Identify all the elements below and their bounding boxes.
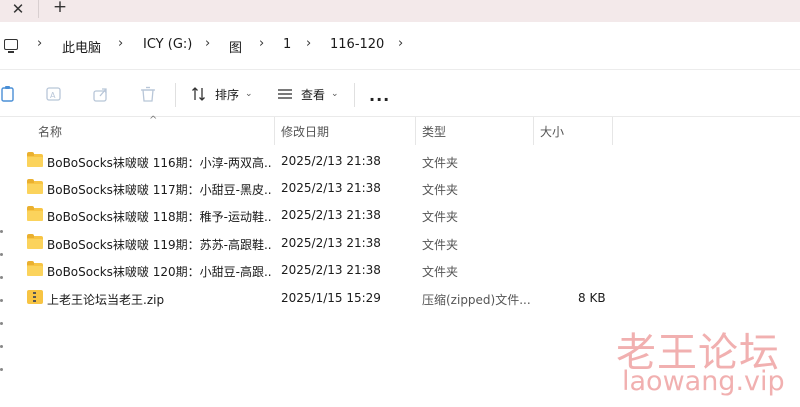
chevron-right-icon[interactable]: › bbox=[118, 36, 123, 51]
toolbar-divider bbox=[175, 83, 176, 107]
file-type: 文件夹 bbox=[422, 183, 459, 197]
folder-icon bbox=[27, 261, 43, 276]
chevron-down-icon: ⌄ bbox=[331, 89, 339, 99]
file-name[interactable]: 上老王论坛当老王.zip bbox=[47, 291, 272, 308]
column-header-name[interactable]: 名称 bbox=[38, 123, 62, 140]
chevron-right-icon[interactable]: › bbox=[398, 36, 403, 51]
folder-icon bbox=[27, 206, 43, 221]
breadcrumb-item-this-pc[interactable]: 此电脑 bbox=[62, 37, 101, 56]
tab-divider bbox=[38, 0, 39, 18]
sort-icon bbox=[192, 87, 205, 101]
sort-label: 排序 bbox=[215, 87, 240, 102]
file-type: 压缩(zipped)文件... bbox=[422, 293, 530, 307]
navigation-pane-edge bbox=[0, 230, 3, 400]
chevron-right-icon[interactable]: › bbox=[37, 36, 42, 51]
share-icon[interactable] bbox=[92, 85, 110, 103]
chevron-right-icon[interactable]: › bbox=[306, 36, 311, 51]
file-date: 2025/2/13 21:38 bbox=[281, 236, 381, 250]
sort-ascending-icon: ^ bbox=[149, 115, 158, 126]
breadcrumb-item-folder[interactable]: 图 bbox=[229, 37, 242, 56]
file-name[interactable]: BoBoSocks袜啵啵 118期：稚予-运动鞋... bbox=[47, 208, 272, 225]
file-name[interactable]: BoBoSocks袜啵啵 119期：苏苏-高跟鞋... bbox=[47, 236, 272, 253]
file-date: 2025/2/13 21:38 bbox=[281, 154, 381, 168]
paste-icon[interactable] bbox=[0, 85, 18, 103]
folder-icon bbox=[27, 234, 43, 249]
breadcrumb: › 此电脑 › ICY (G:) › 图 › 1 › 116-120 › bbox=[0, 22, 800, 70]
file-name[interactable]: BoBoSocks袜啵啵 120期：小甜豆-高跟... bbox=[47, 263, 272, 280]
chevron-down-icon: ⌄ bbox=[245, 89, 253, 99]
file-type: 文件夹 bbox=[422, 210, 459, 224]
rename-icon[interactable]: A bbox=[45, 85, 63, 103]
file-date: 2025/2/13 21:38 bbox=[281, 181, 381, 195]
close-tab-icon[interactable]: ✕ bbox=[8, 0, 28, 20]
file-type: 文件夹 bbox=[422, 238, 459, 252]
file-row[interactable]: BoBoSocks袜啵啵 117期：小甜豆-黑皮... 2025/2/13 21… bbox=[0, 175, 800, 201]
file-row[interactable]: BoBoSocks袜啵啵 120期：小甜豆-高跟... 2025/2/13 21… bbox=[0, 257, 800, 283]
delete-icon[interactable] bbox=[139, 85, 157, 103]
column-resize-handle[interactable] bbox=[533, 117, 534, 145]
column-header-date[interactable]: 修改日期 bbox=[281, 123, 329, 140]
column-header-type[interactable]: 类型 bbox=[422, 123, 446, 140]
view-label: 查看 bbox=[301, 87, 326, 102]
file-row[interactable]: BoBoSocks袜啵啵 118期：稚予-运动鞋... 2025/2/13 21… bbox=[0, 202, 800, 228]
file-name[interactable]: BoBoSocks袜啵啵 116期：小淳-两双高... bbox=[47, 154, 272, 171]
column-resize-handle[interactable] bbox=[415, 117, 416, 145]
file-size: 8 KB bbox=[578, 291, 606, 305]
file-date: 2025/2/13 21:38 bbox=[281, 208, 381, 222]
tab-bar: ✕ + bbox=[0, 0, 800, 22]
file-date: 2025/2/13 21:38 bbox=[281, 263, 381, 277]
file-date: 2025/1/15 15:29 bbox=[281, 291, 381, 305]
chevron-right-icon[interactable]: › bbox=[259, 36, 264, 51]
breadcrumb-item-current[interactable]: 116-120 bbox=[330, 37, 384, 52]
file-row[interactable]: 上老王论坛当老王.zip 2025/1/15 15:29 压缩(zipped)文… bbox=[0, 285, 800, 311]
folder-icon bbox=[27, 152, 43, 167]
column-resize-handle[interactable] bbox=[612, 117, 613, 145]
column-header-size[interactable]: 大小 bbox=[540, 123, 564, 140]
command-bar: A 排序 ⌄ 查看 ⌄ ... bbox=[0, 71, 800, 117]
file-name[interactable]: BoBoSocks袜啵啵 117期：小甜豆-黑皮... bbox=[47, 181, 272, 198]
watermark-text-en: laowang.vip bbox=[622, 366, 785, 397]
svg-text:A: A bbox=[50, 91, 56, 100]
file-type: 文件夹 bbox=[422, 156, 459, 170]
view-icon bbox=[278, 89, 292, 99]
folder-icon bbox=[27, 179, 43, 194]
file-type: 文件夹 bbox=[422, 265, 459, 279]
more-options-button[interactable]: ... bbox=[369, 86, 390, 105]
new-tab-button[interactable]: + bbox=[50, 0, 70, 18]
toolbar-divider bbox=[354, 83, 355, 107]
view-button[interactable]: 查看 ⌄ bbox=[277, 83, 339, 105]
sort-button[interactable]: 排序 ⌄ bbox=[191, 83, 253, 105]
chevron-right-icon[interactable]: › bbox=[205, 36, 210, 51]
file-row[interactable]: BoBoSocks袜啵啵 119期：苏苏-高跟鞋... 2025/2/13 21… bbox=[0, 230, 800, 256]
breadcrumb-item-subfolder[interactable]: 1 bbox=[283, 37, 291, 52]
computer-icon[interactable] bbox=[4, 39, 18, 53]
zip-icon bbox=[27, 290, 43, 304]
file-row[interactable]: BoBoSocks袜啵啵 116期：小淳-两双高... 2025/2/13 21… bbox=[0, 148, 800, 174]
column-resize-handle[interactable] bbox=[274, 117, 275, 145]
column-header-row: ^ 名称 修改日期 类型 大小 bbox=[0, 115, 800, 145]
breadcrumb-item-drive[interactable]: ICY (G:) bbox=[143, 37, 192, 52]
